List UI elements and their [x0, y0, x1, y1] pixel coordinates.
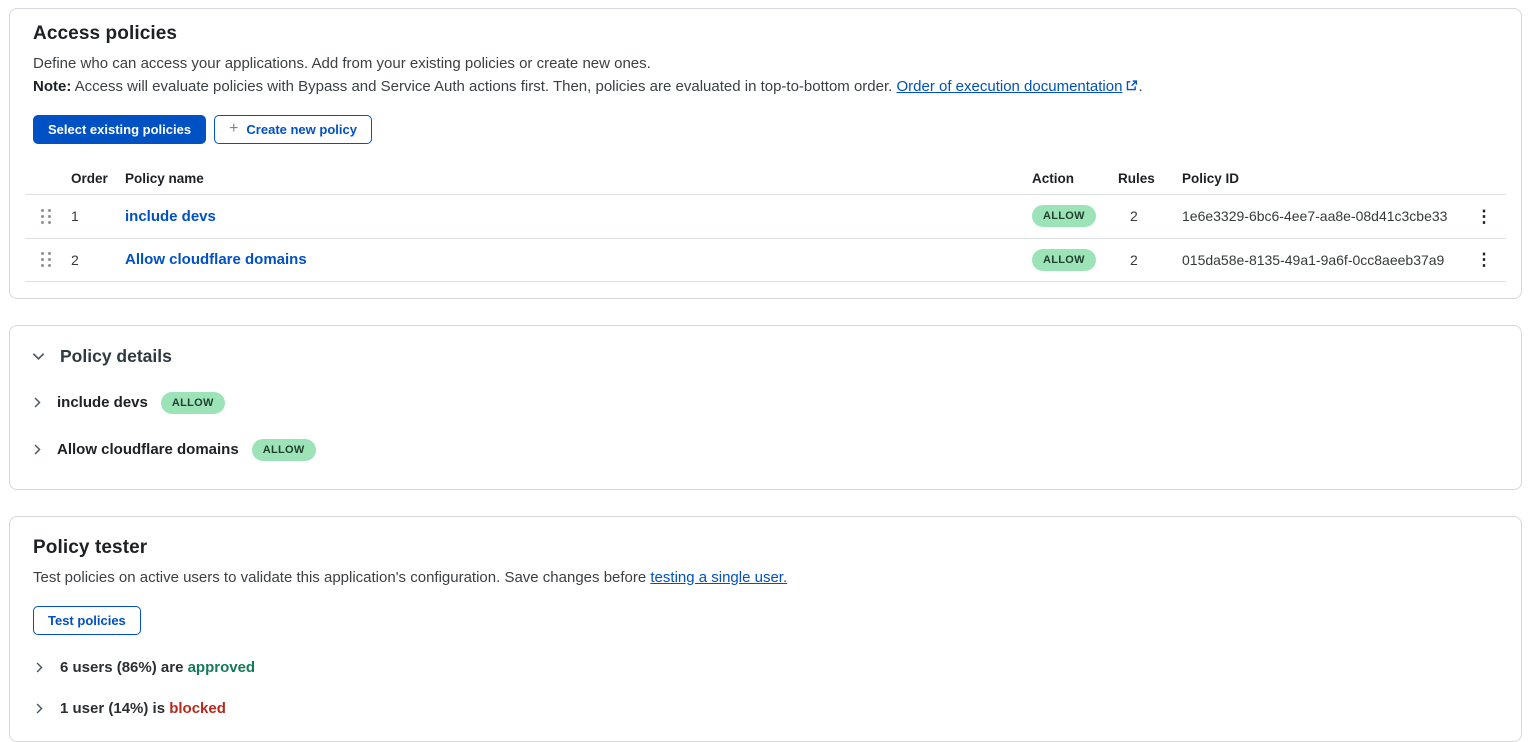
rules-count: 2 — [1118, 208, 1182, 224]
result-text: 1 user (14%) is blocked — [60, 700, 226, 717]
note-label: Note: — [33, 78, 71, 95]
policy-name-link[interactable]: Allow cloudflare domains — [125, 251, 1032, 268]
policies-table-header: Order Policy name Action Rules Policy ID — [25, 164, 1506, 194]
create-new-policy-button[interactable]: +Create new policy — [214, 115, 372, 144]
action-badge: ALLOW — [1032, 249, 1096, 271]
page-title: Access policies — [33, 23, 1506, 45]
action-badge: ALLOW — [1032, 205, 1096, 227]
policy-id-value: 1e6e3329-6bc6-4ee7-aa8e-08d41c3cbe33 — [1182, 208, 1462, 224]
chevron-down-icon — [31, 349, 46, 364]
select-existing-policies-button[interactable]: Select existing policies — [33, 115, 206, 144]
chevron-right-icon — [33, 661, 46, 674]
drag-handle-icon[interactable] — [41, 209, 53, 224]
access-policies-card: Access policies Define who can access yo… — [9, 8, 1522, 299]
result-text: 6 users (86%) are approved — [60, 659, 255, 676]
policy-tester-description: Test policies on active users to validat… — [33, 566, 1506, 589]
note-text: Access will evaluate policies with Bypas… — [71, 78, 896, 95]
column-header-rules: Rules — [1118, 171, 1182, 186]
order-of-execution-link[interactable]: Order of execution documentation — [896, 78, 1122, 95]
policy-details-toggle[interactable]: Policy details — [31, 346, 1506, 367]
column-header-action: Action — [1032, 171, 1118, 186]
external-link-icon — [1125, 76, 1138, 99]
order-value: 1 — [71, 208, 125, 224]
status-approved-label: approved — [188, 659, 256, 676]
action-badge: ALLOW — [161, 392, 225, 414]
test-single-user-link[interactable]: testing a single user. — [650, 569, 787, 586]
policy-details-card: Policy details include devs ALLOW Allow … — [9, 325, 1522, 490]
policy-tester-title: Policy tester — [33, 537, 1506, 559]
column-header-order: Order — [71, 171, 125, 186]
policy-detail-row[interactable]: include devs ALLOW — [31, 392, 1506, 414]
table-row: 1 include devs ALLOW 2 1e6e3329-6bc6-4ee… — [25, 194, 1506, 238]
policy-detail-name: Allow cloudflare domains — [57, 441, 239, 458]
policies-table: Order Policy name Action Rules Policy ID… — [25, 164, 1506, 282]
access-policies-description: Define who can access your applications.… — [33, 52, 1506, 75]
access-policies-note: Note: Access will evaluate policies with… — [33, 75, 1506, 99]
chevron-right-icon — [31, 443, 44, 456]
row-menu-kebab-icon[interactable]: ⋮ — [1462, 208, 1506, 225]
row-menu-kebab-icon[interactable]: ⋮ — [1462, 251, 1506, 268]
table-row: 2 Allow cloudflare domains ALLOW 2 015da… — [25, 238, 1506, 282]
order-value: 2 — [71, 252, 125, 268]
column-header-policy-id: Policy ID — [1182, 171, 1462, 186]
policy-detail-name: include devs — [57, 394, 148, 411]
create-new-policy-label: Create new policy — [246, 123, 357, 136]
policy-detail-row[interactable]: Allow cloudflare domains ALLOW — [31, 439, 1506, 461]
tester-result-row[interactable]: 1 user (14%) is blocked — [33, 700, 1506, 717]
tester-result-row[interactable]: 6 users (86%) are approved — [33, 659, 1506, 676]
policy-details-title: Policy details — [60, 346, 172, 367]
rules-count: 2 — [1118, 252, 1182, 268]
chevron-right-icon — [33, 702, 46, 715]
policy-actions-toolbar: Select existing policies +Create new pol… — [33, 115, 1506, 144]
chevron-right-icon — [31, 396, 44, 409]
test-policies-button[interactable]: Test policies — [33, 606, 141, 635]
column-header-policy-name: Policy name — [125, 171, 1032, 186]
tester-description-text: Test policies on active users to validat… — [33, 569, 650, 586]
action-badge: ALLOW — [252, 439, 316, 461]
policy-tester-card: Policy tester Test policies on active us… — [9, 516, 1522, 742]
policy-name-link[interactable]: include devs — [125, 208, 1032, 225]
policy-id-value: 015da58e-8135-49a1-9a6f-0cc8aeeb37a9 — [1182, 252, 1462, 268]
drag-handle-icon[interactable] — [41, 252, 53, 267]
note-suffix: . — [1138, 78, 1142, 95]
status-blocked-label: blocked — [169, 700, 226, 717]
tester-toolbar: Test policies — [33, 606, 1506, 635]
